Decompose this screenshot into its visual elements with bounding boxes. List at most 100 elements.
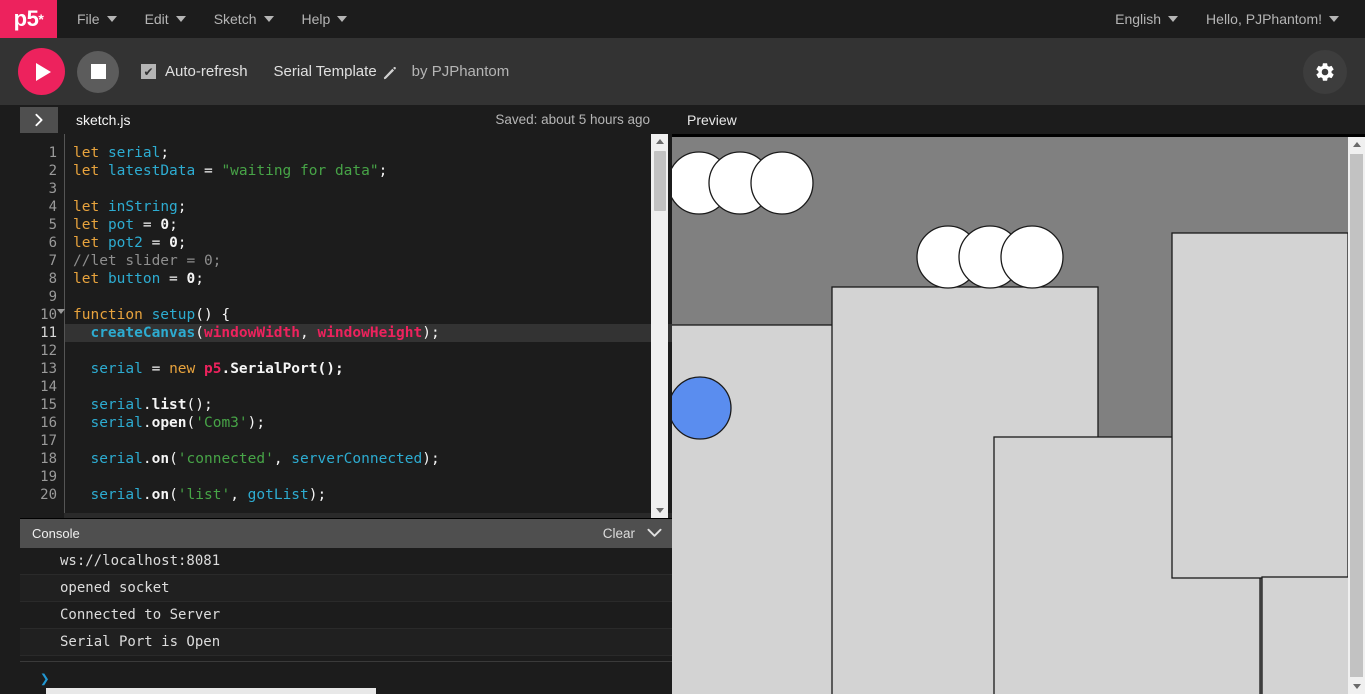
code-line[interactable] [73, 378, 672, 396]
line-number: 10 [20, 306, 65, 324]
language-selector[interactable]: English [1101, 0, 1192, 38]
code-token: ); [308, 487, 327, 503]
code-line[interactable]: serial.list(); [73, 396, 672, 414]
preview-canvas-frame[interactable] [672, 134, 1365, 694]
scroll-down-arrow-icon[interactable] [651, 503, 668, 518]
code-token: let [73, 271, 100, 287]
console-messages: ws://localhost:8081 opened socket Connecte… [20, 548, 672, 661]
editor-header: sketch.js Saved: about 5 hours ago [0, 105, 672, 134]
nav-menu-list: File Edit Sketch Help [63, 0, 361, 38]
code-token: 0 [160, 217, 170, 233]
scroll-up-arrow-icon[interactable] [651, 134, 668, 149]
sketch-name[interactable]: Serial Template [274, 63, 377, 80]
chevron-down-icon [263, 16, 274, 22]
canvas-circle-white [750, 151, 814, 215]
code-token: ; [195, 271, 204, 287]
logo-text: p5 [13, 6, 39, 31]
code-line[interactable] [73, 342, 672, 360]
code-token: ; [378, 163, 388, 179]
preview-vertical-scrollbar[interactable] [1348, 137, 1365, 694]
code-line[interactable]: let serial; [73, 144, 672, 162]
sketch-toolbar: ✔ Auto-refresh Serial Template by PJPhan… [0, 38, 1365, 105]
page-hscroll-thumb[interactable] [46, 688, 376, 694]
author-name[interactable]: PJPhantom [432, 63, 510, 80]
code-token: = [160, 271, 187, 287]
code-token: on [151, 487, 170, 503]
code-line[interactable]: serial.on('connected', serverConnected); [73, 450, 672, 468]
stop-button[interactable] [77, 50, 119, 93]
code-line[interactable] [73, 432, 672, 450]
code-line[interactable]: serial = new p5.SerialPort(); [73, 360, 672, 378]
settings-button[interactable] [1303, 49, 1347, 94]
nav-menu-help[interactable]: Help [288, 0, 362, 38]
editor-filename[interactable]: sketch.js [76, 112, 130, 128]
nav-menu-edit[interactable]: Edit [131, 0, 200, 38]
code-token: 0 [169, 235, 178, 251]
fold-triangle-icon[interactable] [57, 309, 65, 314]
scroll-down-arrow-icon[interactable] [1348, 679, 1365, 694]
code-editor[interactable]: 1 2 3 4 5 6 7 8 9 10 11 12 13 14 15 16 17 18 19 20 let seri… [20, 134, 672, 518]
line-number: 17 [40, 433, 57, 449]
code-token: serial [90, 415, 143, 431]
code-line[interactable]: let button = 0; [73, 270, 672, 288]
console-collapse-button[interactable] [647, 525, 662, 543]
scroll-up-arrow-icon[interactable] [1348, 137, 1365, 152]
pencil-icon[interactable] [383, 66, 396, 80]
code-area[interactable]: 1 2 3 4 5 6 7 8 9 10 11 12 13 14 15 16 17 18 19 20 let seri… [20, 134, 672, 518]
code-token: //let slider = 0; [73, 253, 222, 269]
autorefresh-checkbox[interactable]: ✔ [141, 64, 156, 79]
code-token: let [73, 163, 100, 179]
code-line[interactable]: //let slider = 0; [73, 252, 672, 270]
editor-horizontal-scrollbar[interactable] [20, 513, 672, 518]
p5-logo[interactable]: p5 * [0, 0, 57, 38]
account-menu[interactable]: Hello, PJPhantom! [1192, 0, 1353, 38]
autorefresh-toggle[interactable]: ✔ Auto-refresh [141, 63, 248, 80]
console-message: opened socket [20, 575, 672, 602]
code-token: function [73, 307, 143, 323]
code-line[interactable]: serial.open('Com3'); [73, 414, 672, 432]
code-line[interactable] [73, 468, 672, 486]
code-line[interactable]: let pot2 = 0; [73, 234, 672, 252]
sketch-canvas[interactable] [672, 137, 1365, 694]
gear-icon [1316, 62, 1334, 81]
code-token: pot2 [107, 235, 143, 251]
play-button[interactable] [18, 48, 65, 95]
sidebar-toggle-button[interactable] [20, 106, 58, 133]
code-line[interactable] [73, 288, 672, 306]
code-token: p5 [204, 361, 222, 377]
code-line[interactable] [73, 180, 672, 198]
code-token: ; [169, 217, 178, 233]
nav-menu-file[interactable]: File [63, 0, 131, 38]
code-token: = [142, 361, 170, 377]
chevron-down-icon [647, 528, 662, 537]
code-line[interactable]: function setup() { [73, 306, 672, 324]
code-content[interactable]: let serial; let latestData = "waiting for… [64, 134, 672, 518]
code-token: , [230, 487, 248, 503]
preview-scroll-thumb[interactable] [1350, 154, 1363, 677]
editor-pane: sketch.js Saved: about 5 hours ago 12345… [0, 105, 672, 694]
code-line[interactable]: createCanvas(windowWidth, windowHeight); [73, 324, 672, 342]
code-token: gotList [247, 487, 309, 503]
code-token: serial [90, 451, 143, 467]
code-line[interactable]: serial.on('list', gotList); [73, 486, 672, 504]
chevron-down-icon [106, 16, 117, 22]
code-line[interactable]: let inString; [73, 198, 672, 216]
nav-menu-sketch[interactable]: Sketch [200, 0, 288, 38]
line-number: 16 [40, 415, 57, 431]
code-line[interactable]: let latestData = "waiting for data"; [73, 162, 672, 180]
page-horizontal-scrollbar[interactable] [20, 688, 672, 694]
code-token: on [151, 451, 170, 467]
code-token: ; [160, 145, 170, 161]
console-clear-button[interactable]: Clear [603, 526, 635, 541]
code-line[interactable]: let pot = 0; [73, 216, 672, 234]
editor-scroll-thumb[interactable] [653, 151, 666, 211]
code-token: ); [422, 325, 440, 341]
editor-vertical-scrollbar[interactable] [651, 134, 668, 518]
autorefresh-label: Auto-refresh [165, 63, 248, 80]
chevron-down-icon [337, 16, 348, 22]
code-token: serial [90, 487, 143, 503]
